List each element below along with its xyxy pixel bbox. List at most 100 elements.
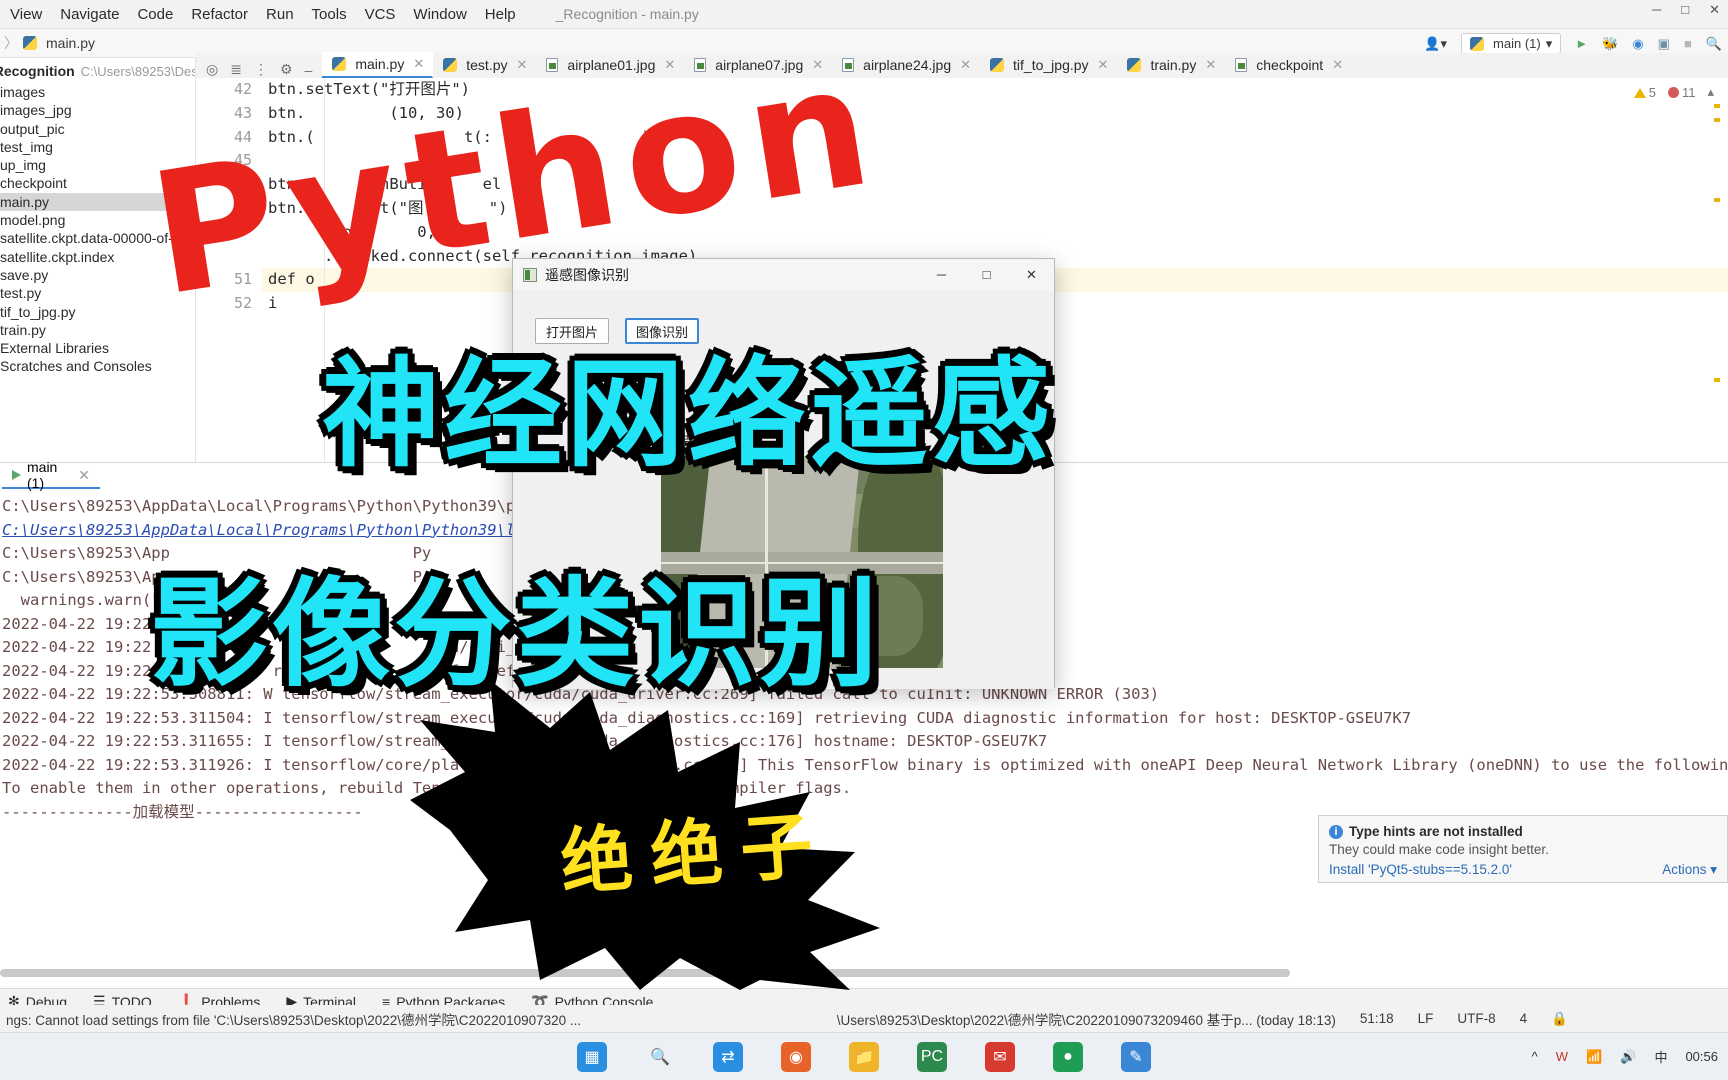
person-icon[interactable]: 👤▾ bbox=[1424, 36, 1447, 52]
project-tree-item[interactable]: model.png bbox=[0, 211, 195, 229]
menu-bar: View Navigate Code Refactor Run Tools VC… bbox=[0, 0, 1728, 29]
editor-tab[interactable]: test.py ✕ bbox=[433, 52, 536, 78]
project-tree-item[interactable]: images bbox=[0, 83, 195, 101]
chevron-up-icon[interactable]: ^ bbox=[1532, 1049, 1538, 1064]
dialog-maximize-button[interactable]: □ bbox=[964, 259, 1009, 290]
project-tree-item[interactable]: save.py bbox=[0, 266, 195, 284]
editor-tab[interactable]: checkpoint ✕ bbox=[1225, 52, 1352, 78]
close-icon[interactable]: ✕ bbox=[960, 57, 971, 73]
menu-item-tools[interactable]: Tools bbox=[312, 6, 347, 23]
volume-icon[interactable]: 🔊 bbox=[1620, 1049, 1636, 1065]
taskview-icon[interactable]: ⇄ bbox=[713, 1041, 743, 1072]
close-icon[interactable]: ✕ bbox=[1332, 57, 1343, 73]
open-image-button[interactable]: 打开图片 bbox=[535, 318, 609, 344]
notification-actions-menu[interactable]: Actions ▾ bbox=[1662, 862, 1717, 878]
maximize-icon[interactable]: □ bbox=[1681, 2, 1689, 18]
wechat-icon[interactable]: ✉ bbox=[985, 1041, 1015, 1072]
run-configuration-selector[interactable]: main (1) ▾ bbox=[1461, 33, 1562, 54]
close-icon[interactable]: ✕ bbox=[812, 57, 823, 73]
menu-item-refactor[interactable]: Refactor bbox=[191, 6, 248, 23]
inspection-widget[interactable]: 5 11 ▴ bbox=[1633, 84, 1714, 100]
menu-item-vcs[interactable]: VCS bbox=[365, 6, 396, 23]
coverage-icon[interactable]: ◉ bbox=[1632, 36, 1643, 52]
debug-icon[interactable]: 🐝 bbox=[1602, 36, 1618, 52]
code-line: btn.( t(: ) bbox=[268, 127, 651, 146]
project-tree-item[interactable]: Scratches and Consoles bbox=[0, 357, 195, 375]
pycharm-icon[interactable]: PC bbox=[917, 1041, 947, 1072]
net-icon[interactable]: 📶 bbox=[1586, 1049, 1602, 1065]
wps-icon[interactable]: W bbox=[1556, 1049, 1568, 1064]
profile-icon[interactable]: ▣ bbox=[1658, 36, 1670, 52]
status-encoding[interactable]: UTF-8 bbox=[1457, 1011, 1495, 1026]
project-tree-item[interactable]: output_pic bbox=[0, 120, 195, 138]
error-count: 11 bbox=[1667, 85, 1695, 100]
collapse-all-icon[interactable]: ≣ bbox=[230, 61, 242, 78]
menu-item-run[interactable]: Run bbox=[266, 6, 294, 23]
close-icon[interactable]: ✕ bbox=[78, 467, 90, 484]
run-config-label: main (1) bbox=[1493, 36, 1541, 51]
explorer-icon[interactable]: 📁 bbox=[849, 1041, 879, 1072]
ime-icon[interactable]: 中 bbox=[1654, 1047, 1667, 1066]
project-name: _Recognition bbox=[0, 63, 75, 79]
breadcrumb-file[interactable]: main.py bbox=[46, 35, 95, 51]
editor-tab[interactable]: train.py ✕ bbox=[1117, 52, 1225, 78]
qq-icon[interactable]: ● bbox=[1053, 1041, 1083, 1072]
project-tree-item[interactable]: train.py bbox=[0, 321, 195, 339]
editor-tab[interactable]: main.py ✕ bbox=[322, 52, 434, 78]
menu-item-help[interactable]: Help bbox=[485, 6, 516, 23]
run-tab-main[interactable]: main (1) ✕ bbox=[2, 459, 100, 491]
project-tree-item[interactable]: main.py bbox=[0, 192, 195, 212]
menu-item-code[interactable]: Code bbox=[137, 6, 173, 23]
search-icon[interactable]: 🔍 bbox=[1706, 36, 1722, 52]
project-tree-item[interactable]: test.py bbox=[0, 284, 195, 302]
status-lock-icon[interactable]: 🔒 bbox=[1551, 1011, 1568, 1027]
status-line-separator[interactable]: LF bbox=[1418, 1011, 1434, 1026]
close-icon[interactable]: ✕ bbox=[413, 56, 424, 72]
project-tree-item[interactable]: up_img bbox=[0, 156, 195, 174]
minimize-icon[interactable]: ─ bbox=[1652, 2, 1661, 18]
project-tree-item[interactable]: checkpoint bbox=[0, 174, 195, 192]
firefox-icon[interactable]: ◉ bbox=[781, 1041, 811, 1072]
recognition-dialog[interactable]: 遥感图像识别 ─ □ ✕ 打开图片 图像识别 识别结果： bbox=[512, 258, 1055, 689]
dialog-close-button[interactable]: ✕ bbox=[1009, 259, 1054, 290]
gutter-line-number: 52 bbox=[233, 294, 252, 313]
editor-tab[interactable]: airplane07.jpg ✕ bbox=[684, 52, 832, 78]
close-icon[interactable]: ✕ bbox=[517, 57, 528, 73]
close-icon[interactable]: ✕ bbox=[1709, 2, 1720, 18]
status-indent[interactable]: 4 bbox=[1520, 1011, 1528, 1026]
status-caret-position[interactable]: 51:18 bbox=[1360, 1011, 1394, 1026]
project-root-row[interactable]: _Recognition C:\Users\89253\Desktop\2022… bbox=[0, 58, 195, 83]
menu-item-view[interactable]: View bbox=[10, 6, 42, 23]
editor-icon[interactable]: ✎ bbox=[1121, 1041, 1151, 1072]
menu-item-navigate[interactable]: Navigate bbox=[60, 6, 119, 23]
editor-tab[interactable]: airplane24.jpg ✕ bbox=[832, 52, 980, 78]
recognize-image-button[interactable]: 图像识别 bbox=[625, 318, 699, 344]
project-tree-item[interactable]: satellite.ckpt.index bbox=[0, 248, 195, 266]
settings-gear-icon[interactable]: ⚙ bbox=[280, 61, 293, 78]
notification-balloon[interactable]: i Type hints are not installed They coul… bbox=[1318, 815, 1728, 883]
close-icon[interactable]: ✕ bbox=[664, 57, 675, 73]
project-tree-item[interactable]: test_img bbox=[0, 138, 195, 156]
editor-tab[interactable]: tif_to_jpg.py ✕ bbox=[980, 52, 1117, 78]
stop-icon[interactable]: ■ bbox=[1684, 36, 1692, 51]
menu-item-window[interactable]: Window bbox=[413, 6, 466, 23]
console-horizontal-scrollbar[interactable] bbox=[0, 969, 1290, 977]
locate-icon[interactable]: ◎ bbox=[206, 61, 218, 78]
editor-tab[interactable]: airplane01.jpg ✕ bbox=[536, 52, 684, 78]
dialog-minimize-button[interactable]: ─ bbox=[919, 259, 964, 290]
window-title: _Recognition - main.py bbox=[555, 6, 699, 22]
close-icon[interactable]: ✕ bbox=[1098, 57, 1109, 73]
hide-icon[interactable]: – bbox=[305, 62, 313, 78]
code-line: btn.se t("图 ") bbox=[268, 198, 508, 217]
project-tree-item[interactable]: images_jpg bbox=[0, 101, 195, 119]
run-icon[interactable]: ► bbox=[1575, 36, 1588, 51]
project-tree-item[interactable]: satellite.ckpt.data-00000-of-0000 bbox=[0, 229, 195, 247]
close-icon[interactable]: ✕ bbox=[1205, 57, 1216, 73]
project-tree-item[interactable]: External Libraries bbox=[0, 339, 195, 357]
project-tree-item[interactable]: tif_to_jpg.py bbox=[0, 303, 195, 321]
start-icon[interactable]: ▦ bbox=[577, 1041, 607, 1072]
taskbar-clock[interactable]: 00:56 bbox=[1685, 1049, 1718, 1064]
expand-all-icon[interactable]: ⋮ bbox=[254, 61, 268, 78]
notification-install-link[interactable]: Install 'PyQt5-stubs==5.15.2.0' bbox=[1329, 862, 1512, 878]
search-icon[interactable]: 🔍 bbox=[645, 1042, 675, 1072]
